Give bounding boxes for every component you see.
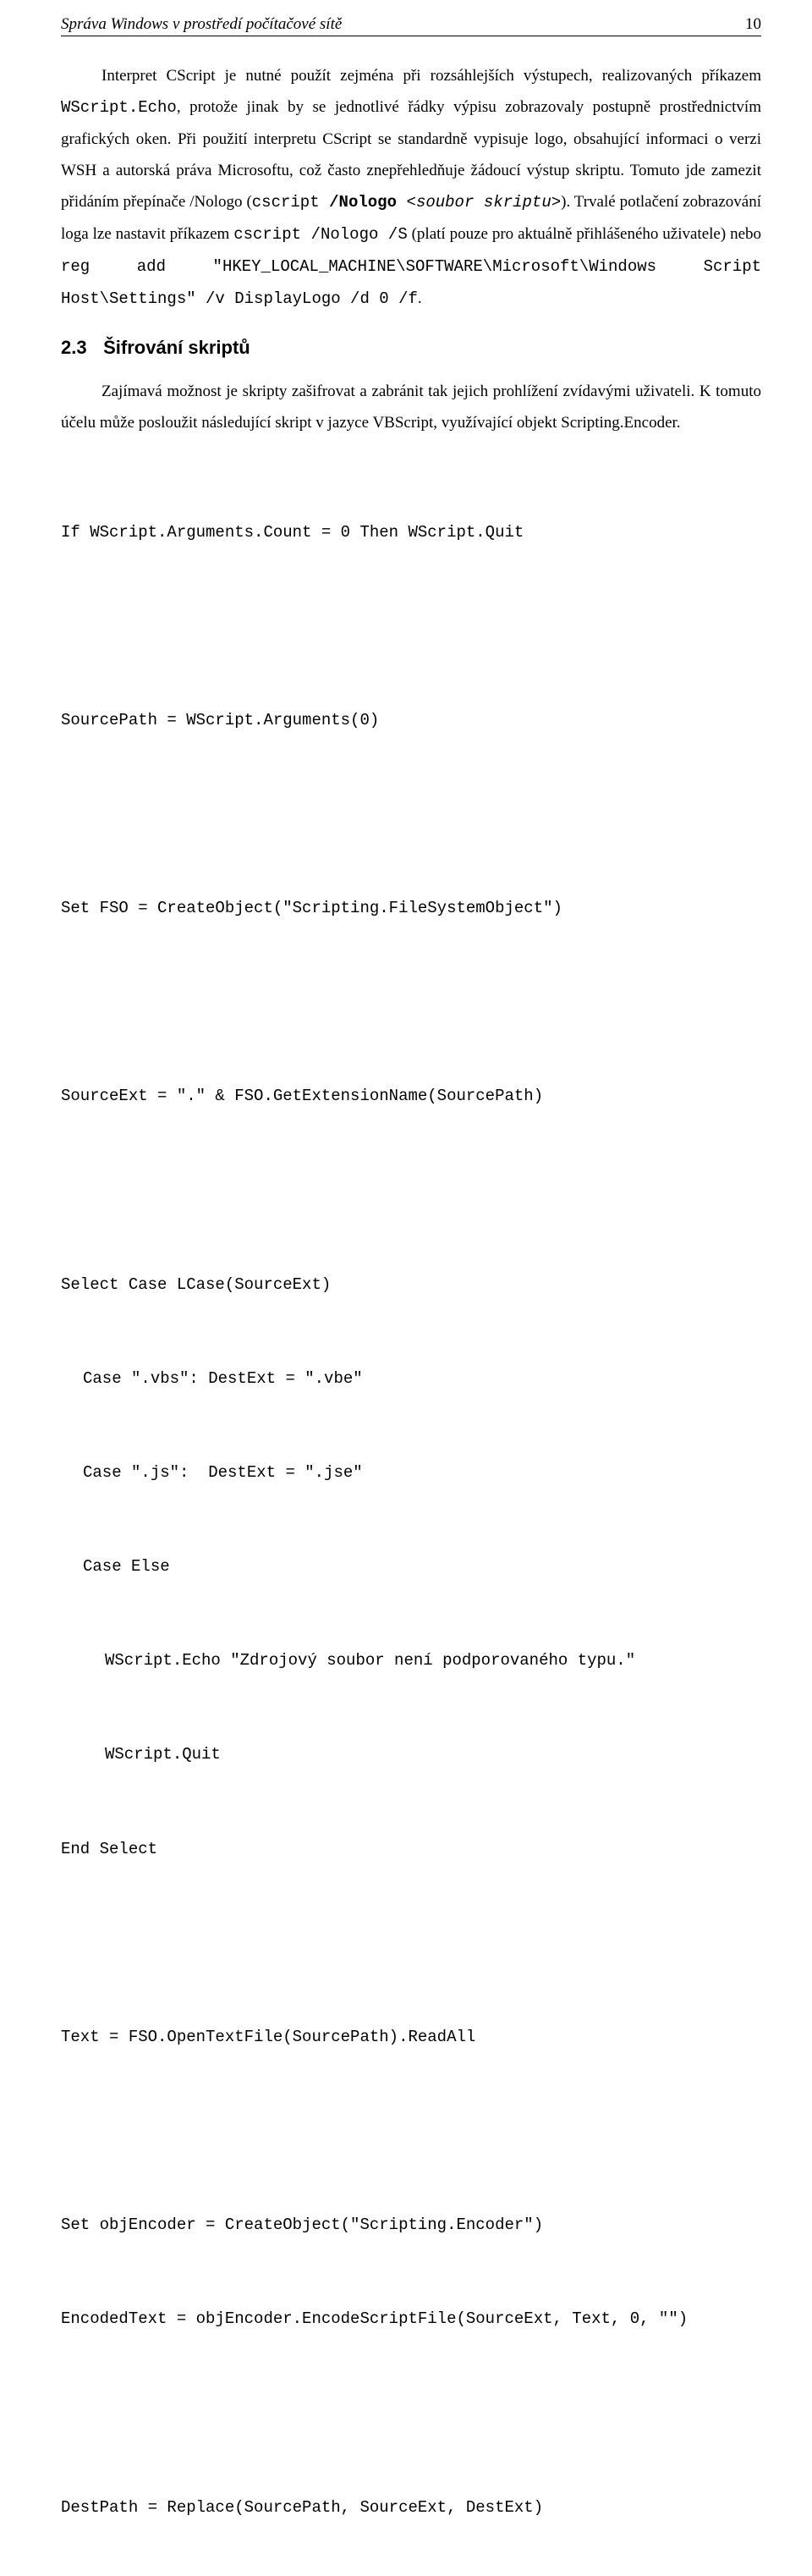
- section-title: Šifrování skriptů: [103, 337, 250, 358]
- para1-code-echo: WScript.Echo: [61, 98, 177, 117]
- code-line-06: Case ".vbs": DestExt = ".vbe": [61, 1363, 761, 1395]
- code-line-15: DestPath = Replace(SourcePath, SourceExt…: [61, 2492, 761, 2524]
- code-line-10: WScript.Quit: [61, 1739, 761, 1770]
- page-header: Správa Windows v prostředí počítačové sí…: [61, 15, 761, 36]
- code-line-05: Select Case LCase(SourceExt): [61, 1269, 761, 1301]
- paragraph-1: Interpret CScript je nutné použít zejmén…: [61, 60, 761, 315]
- code-line-03: Set FSO = CreateObject("Scripting.FileSy…: [61, 893, 761, 924]
- code-listing: If WScript.Arguments.Count = 0 Then WScr…: [61, 454, 761, 2576]
- code-line-12: Text = FSO.OpenTextFile(SourcePath).Read…: [61, 2022, 761, 2053]
- code-line-04: SourceExt = "." & FSO.GetExtensionName(S…: [61, 1081, 761, 1112]
- section-heading: 2.3 Šifrování skriptů: [61, 337, 761, 359]
- code-line-13: Set objEncoder = CreateObject("Scripting…: [61, 2210, 761, 2241]
- code-line-09: WScript.Echo "Zdrojový soubor není podpo…: [61, 1645, 761, 1676]
- para1-code-soubor-italic: <soubor skriptu>: [397, 193, 561, 212]
- code-line-14: EncodedText = objEncoder.EncodeScriptFil…: [61, 2304, 761, 2335]
- para1-code-cscript: cscript: [252, 193, 329, 212]
- code-line-02: SourcePath = WScript.Arguments(0): [61, 705, 761, 736]
- para1-code-nologo-s: cscript /Nologo /S: [233, 225, 408, 244]
- para1-code-soubor: <soubor skriptu>: [397, 193, 561, 212]
- para1-t4: (platí pouze pro aktuálně přihlášeného u…: [408, 225, 761, 243]
- para1-t5: .: [418, 289, 422, 307]
- header-title: Správa Windows v prostředí počítačové sí…: [61, 15, 342, 34]
- para1-code-regadd: reg add "HKEY_LOCAL_MACHINE\SOFTWARE\Mic…: [61, 257, 761, 308]
- code-line-01: If WScript.Arguments.Count = 0 Then WScr…: [61, 517, 761, 548]
- code-line-11: End Select: [61, 1834, 761, 1865]
- page-number: 10: [745, 15, 761, 34]
- code-line-07: Case ".js": DestExt = ".jse": [61, 1457, 761, 1489]
- para1-t1: Interpret CScript je nutné použít zejmén…: [102, 67, 761, 85]
- section-number: 2.3: [61, 337, 98, 359]
- para1-code-nologo: /Nologo: [329, 193, 397, 212]
- paragraph-2: Zajímavá možnost je skripty zašifrovat a…: [61, 376, 761, 438]
- code-line-08: Case Else: [61, 1551, 761, 1582]
